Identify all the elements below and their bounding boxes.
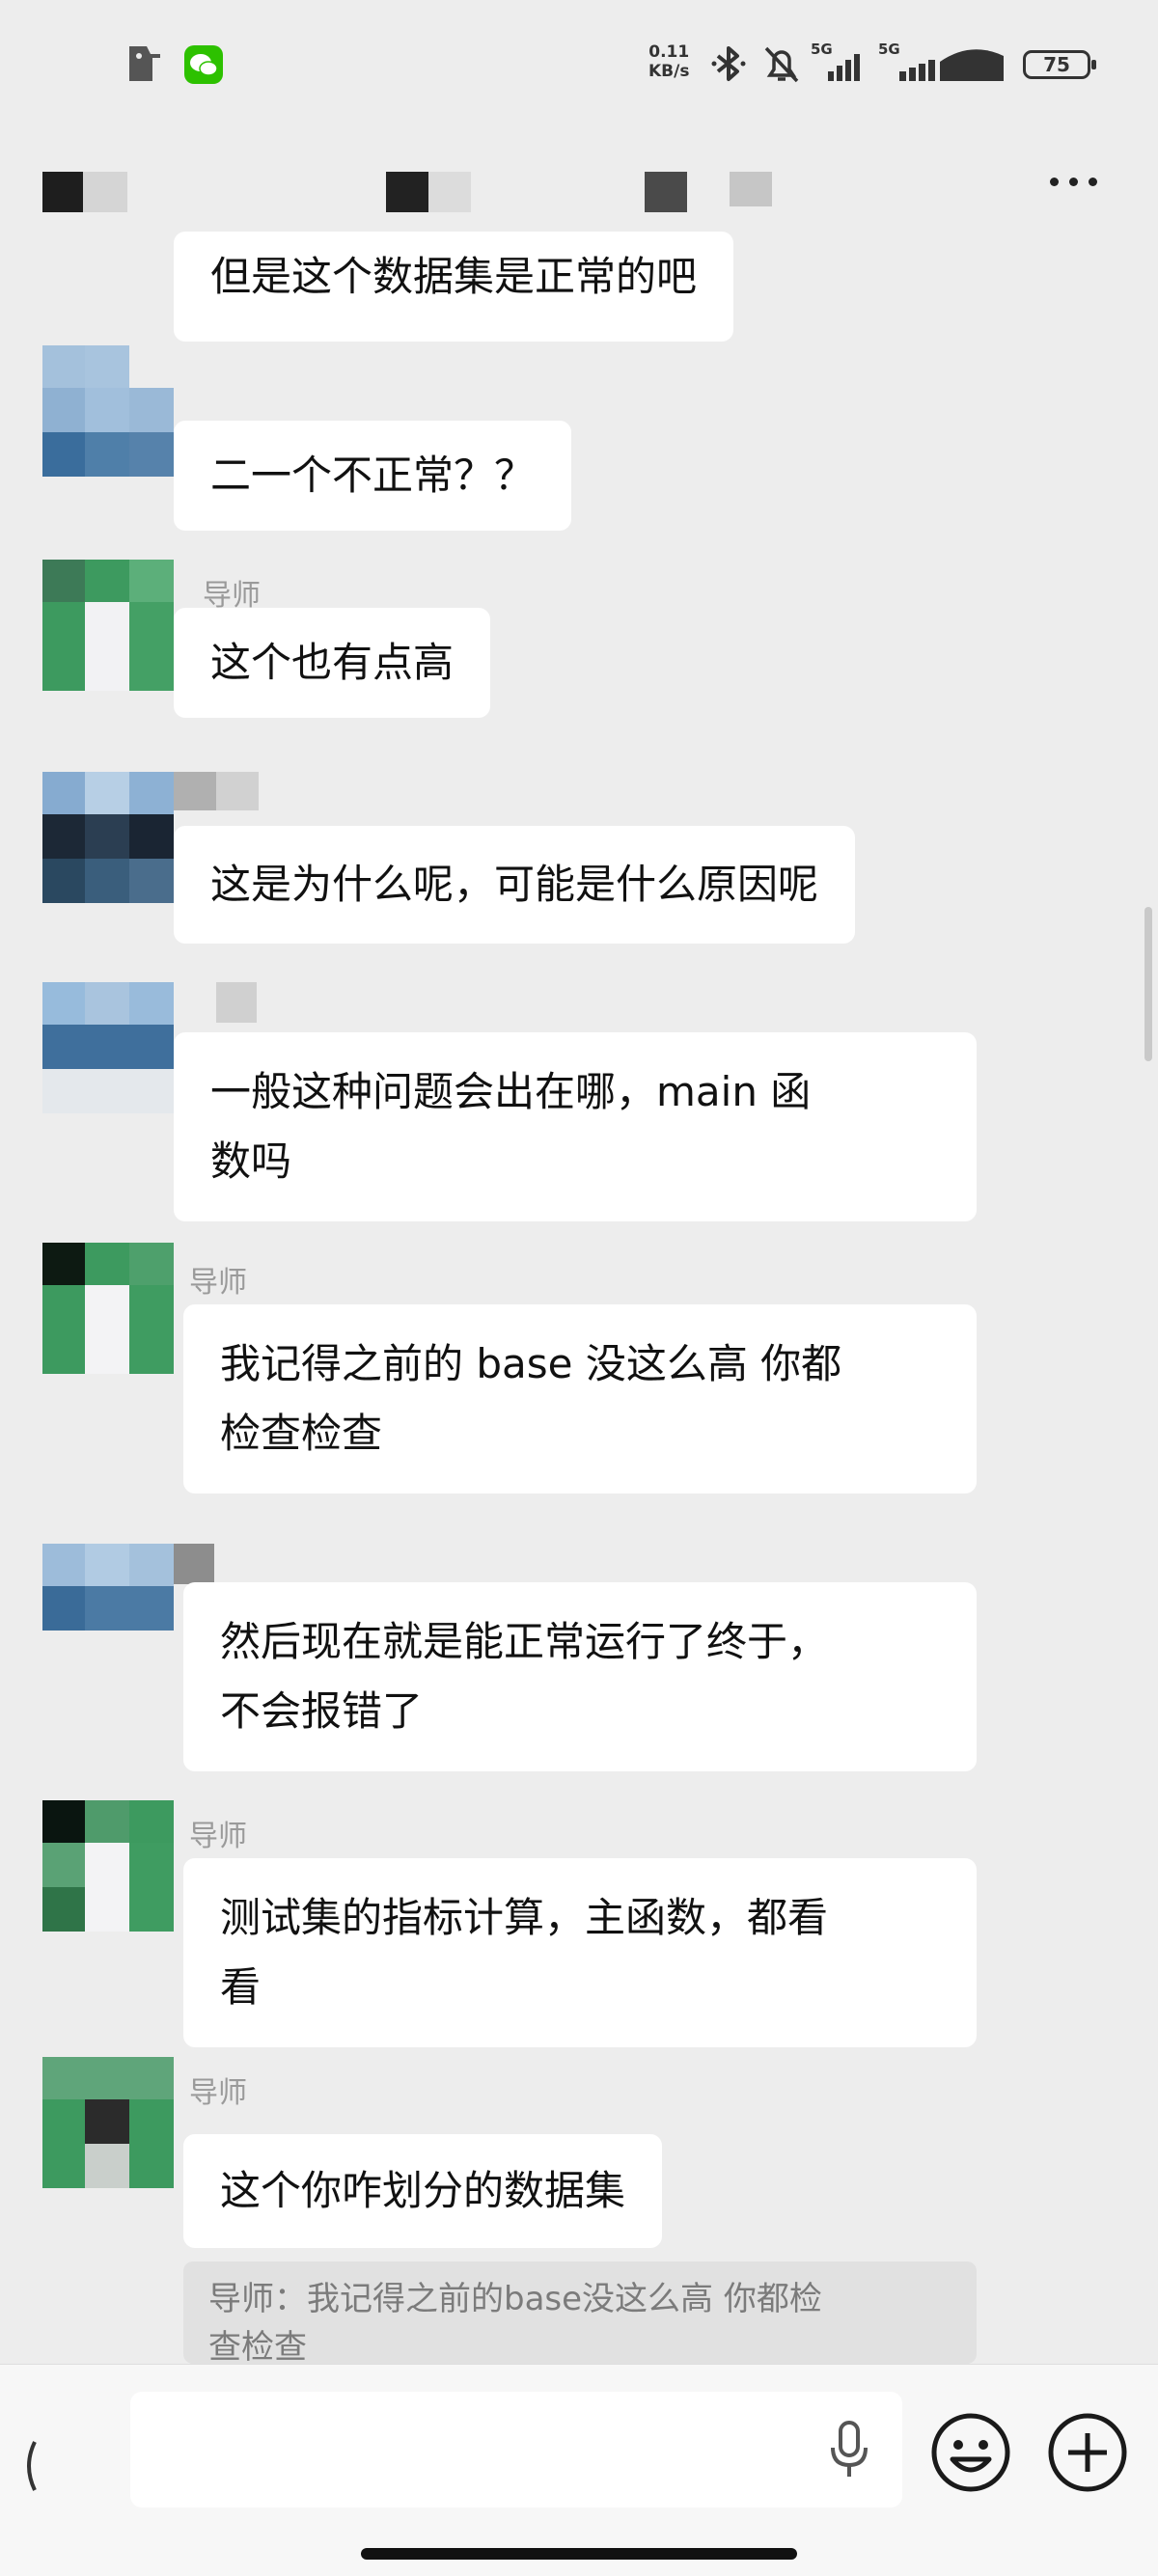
mic-icon[interactable] xyxy=(828,2419,870,2480)
message-text: 检查检查 xyxy=(220,1410,383,1457)
message-list[interactable]: 但是这个数据集是正常的吧 二一个不正常？？ 导师 这个也有点高 这是为什么呢，可… xyxy=(0,232,1158,2364)
message-text: 二一个不正常？？ xyxy=(210,452,536,499)
message-bubble[interactable]: 然后现在就是能正常运行了终于， 不会报错了 xyxy=(183,1582,977,1771)
message-text: 不会报错了 xyxy=(220,1687,424,1735)
message-bubble[interactable]: 这个你咋划分的数据集 xyxy=(183,2134,663,2248)
status-bar: 0.11 KB/s 5G 5G 75 xyxy=(0,0,1158,135)
home-indicator[interactable] xyxy=(361,2548,797,2560)
message-text: 一般这种问题会出在哪，main 函 xyxy=(210,1068,812,1115)
message-text: 但是这个数据集是正常的吧 xyxy=(210,253,698,300)
network-speed: 0.11 KB/s xyxy=(648,42,689,81)
chat-screen: 0.11 KB/s 5G 5G 75 但是这个数据集是正常的吧 二一个不正常？？… xyxy=(0,0,1158,2576)
wechat-icon xyxy=(184,45,223,84)
avatar[interactable] xyxy=(42,1243,174,1374)
avatar[interactable] xyxy=(42,772,174,903)
message-input[interactable] xyxy=(130,2392,902,2507)
network-speed-unit: KB/s xyxy=(648,62,690,81)
sender-name: 导师 xyxy=(189,2076,247,2110)
message-text: 数吗 xyxy=(210,1137,292,1185)
avatar[interactable] xyxy=(42,345,174,477)
scrollbar[interactable] xyxy=(1144,907,1152,1061)
message-bubble[interactable]: 二一个不正常？？ xyxy=(174,421,572,531)
sender-name: 导师 xyxy=(189,1266,247,1300)
message-text: 然后现在就是能正常运行了终于， xyxy=(220,1618,829,1665)
quoted-text: 导师：我记得之前的base没这么高 你都检 xyxy=(208,2280,822,2318)
quoted-text: 查检查 xyxy=(208,2328,307,2364)
avatar[interactable] xyxy=(42,560,174,691)
avatar[interactable] xyxy=(42,1800,174,1932)
quoted-message[interactable]: 导师：我记得之前的base没这么高 你都检 查检查 xyxy=(183,2261,977,2364)
sender-name: 导师 xyxy=(189,1820,247,1853)
message-text: 我记得之前的 base 没这么高 你都 xyxy=(220,1340,842,1387)
emoji-button[interactable] xyxy=(929,2411,1012,2494)
battery-icon: 75 xyxy=(1023,50,1096,79)
message-text: 这个也有点高 xyxy=(210,639,455,686)
add-icon xyxy=(1048,2413,1127,2492)
message-text: 这个你咋划分的数据集 xyxy=(220,2167,626,2214)
avatar[interactable] xyxy=(42,982,174,1113)
message-bubble[interactable]: 这是为什么呢，可能是什么原因呢 xyxy=(174,826,856,944)
message-bubble[interactable]: 一般这种问题会出在哪，main 函 数吗 xyxy=(174,1032,977,1221)
more-options-button[interactable] xyxy=(1040,162,1108,201)
avatar[interactable] xyxy=(42,1544,174,1675)
avatar[interactable] xyxy=(42,2057,174,2188)
network-speed-value: 0.11 xyxy=(648,42,690,62)
message-text: 看 xyxy=(220,1963,262,2011)
more-icon xyxy=(1050,178,1059,186)
wifi-icon xyxy=(899,49,1004,81)
message-text: 测试集的指标计算，主函数，都看 xyxy=(220,1894,829,1941)
bluetooth-icon xyxy=(711,46,746,81)
keyboard-voice-icon[interactable] xyxy=(19,2423,39,2509)
message-bubble[interactable]: 测试集的指标计算，主函数，都看 看 xyxy=(183,1858,977,2047)
message-bubble[interactable]: 我记得之前的 base 没这么高 你都 检查检查 xyxy=(183,1304,977,1494)
hat-icon xyxy=(129,46,160,81)
signal-icon xyxy=(828,54,860,81)
message-text: 这是为什么呢，可能是什么原因呢 xyxy=(210,861,819,908)
emoji-icon xyxy=(931,2413,1010,2492)
bell-off-icon xyxy=(764,46,799,83)
input-bar xyxy=(0,2364,1158,2576)
add-button[interactable] xyxy=(1046,2411,1129,2494)
message-bubble[interactable]: 这个也有点高 xyxy=(174,608,491,718)
chat-header xyxy=(0,145,1158,241)
message-bubble[interactable]: 但是这个数据集是正常的吧 xyxy=(174,232,734,342)
